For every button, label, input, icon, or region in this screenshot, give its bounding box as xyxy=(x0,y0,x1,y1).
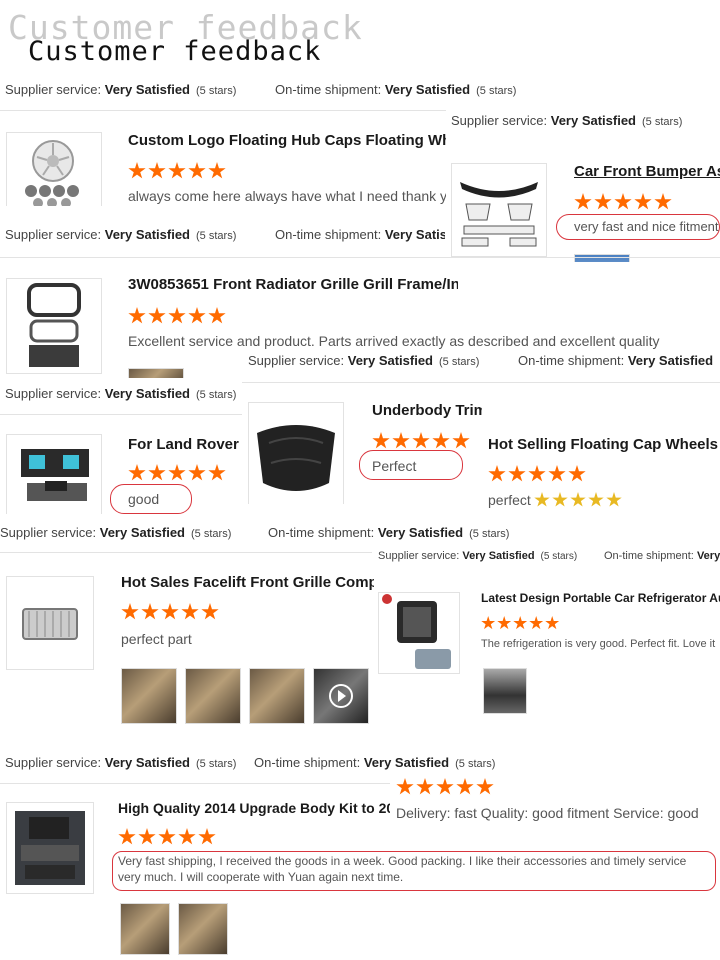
supplier-service-rating: Supplier service: Very Satisfied (5 stars… xyxy=(5,755,237,770)
review-photo[interactable] xyxy=(178,903,228,955)
supplier-service-rating: Supplier service: Very Satisfied (5 stars… xyxy=(0,525,232,540)
review-comment: perfect part xyxy=(121,631,192,647)
play-icon[interactable] xyxy=(329,684,353,708)
shipment-rating: On-time shipment: Very Satisfied (5 stars… xyxy=(268,525,510,540)
supplier-service-rating: Supplier service: Very Satisfied (5 stars… xyxy=(5,82,237,97)
supplier-service-rating: Supplier service: Very Satisfied (5 stars… xyxy=(5,227,237,242)
product-image-land-rover[interactable] xyxy=(6,434,102,514)
product-title[interactable]: High Quality 2014 Upgrade Body Kit to 20… xyxy=(118,800,390,816)
review-comment: good xyxy=(128,491,160,507)
supplier-service-rating: Supplier service: Very Satisfied (5 stars… xyxy=(378,550,578,562)
review-comment: very fast and nice fitment xyxy=(574,219,719,234)
product-title[interactable]: Hot Sales Facelift Front Grille Complet xyxy=(121,574,374,591)
review-card-refrigerator: Supplier service: Very Satisfied (5 stars… xyxy=(374,544,720,724)
shipment-rating: On-time shipment: Very Satisfied (5 stars… xyxy=(275,82,517,97)
product-image-hubcaps[interactable] xyxy=(6,132,102,206)
product-image-body-kit[interactable] xyxy=(6,802,94,894)
divider xyxy=(240,382,720,383)
shipment-rating: On-time shipment: Very Satisfied xyxy=(518,353,714,368)
rating-stars xyxy=(128,162,228,184)
product-title[interactable]: Car Front Bumper Ass xyxy=(574,163,720,180)
review-photo[interactable] xyxy=(483,668,527,714)
product-image-bumper[interactable] xyxy=(451,163,547,257)
review-photo[interactable] xyxy=(120,903,170,955)
product-image-grille-frame[interactable] xyxy=(6,278,102,374)
review-card-land-rover: For Land Rover D good xyxy=(0,416,242,514)
product-image-refrigerator[interactable] xyxy=(378,592,460,674)
divider xyxy=(0,783,390,784)
review-photo[interactable] xyxy=(121,668,177,724)
supplier-service-rating: Supplier service: Very Satisfied (5 stars… xyxy=(451,113,683,128)
review-card-facelift-grille: Hot Sales Facelift Front Grille Complet … xyxy=(0,558,374,726)
delivery-quality-text: Delivery: fast Quality: good fitment Ser… xyxy=(396,805,699,821)
product-title[interactable]: Hot Selling Floating Cap Wheels Fo xyxy=(488,436,720,453)
review-card-floating-cap: Hot Selling Floating Cap Wheels Fo perfe… xyxy=(482,422,720,514)
rating-stars xyxy=(128,307,228,329)
supplier-service-rating: Supplier service: Very Satisfied (5 stars… xyxy=(248,353,480,368)
review-card-hubcaps: Custom Logo Floating Hub Caps Floating W… xyxy=(0,118,450,206)
review-comment: always come here always have what I need… xyxy=(128,188,450,204)
rating-stars xyxy=(121,603,221,625)
review-photo[interactable] xyxy=(249,668,305,724)
rating-stars xyxy=(118,828,218,850)
review-comment: Very fast shipping, I received the goods… xyxy=(118,854,687,884)
rating-stars xyxy=(488,465,588,487)
product-title[interactable]: For Land Rover D xyxy=(128,436,242,453)
divider xyxy=(0,110,450,111)
shipment-rating: On-time shipment: Very Satisfied xyxy=(604,550,720,562)
shipment-rating: On-time shipment: Very Satisfied (5 stars… xyxy=(254,755,496,770)
rating-stars xyxy=(481,616,561,634)
yellow-stars xyxy=(534,492,624,513)
rating-stars xyxy=(574,193,674,215)
shipment-rating: On-time shipment: Very Satisfied xyxy=(275,227,445,242)
review-video[interactable] xyxy=(313,668,369,724)
page-title: Customer feedback xyxy=(28,36,322,67)
product-image-underbody[interactable] xyxy=(248,402,344,504)
product-title[interactable]: Underbody Trim Engine Cover Board Engine… xyxy=(372,402,482,419)
product-title[interactable]: Custom Logo Floating Hub Caps Floating W… xyxy=(128,132,446,149)
product-image-facelift-grille[interactable] xyxy=(6,576,94,670)
review-comment: perfect xyxy=(488,492,531,508)
divider xyxy=(0,257,720,258)
rating-stars xyxy=(128,464,228,486)
review-comment: Perfect xyxy=(372,458,417,474)
supplier-service-rating: Supplier service: Very Satisfied (5 stars… xyxy=(5,386,237,401)
product-title[interactable]: 3W0853651 Front Radiator Grille Grill Fr… xyxy=(128,276,458,293)
review-comment: Excellent service and product. Parts arr… xyxy=(128,333,660,349)
review-comment: The refrigeration is very good. Perfect … xyxy=(481,638,716,650)
divider xyxy=(0,552,372,553)
review-card-underbody: Underbody Trim Engine Cover Board Engine… xyxy=(242,384,482,504)
product-title[interactable]: Latest Design Portable Car Refrigerator … xyxy=(481,591,720,605)
review-photo[interactable] xyxy=(185,668,241,724)
delivery-stars xyxy=(396,778,496,800)
divider xyxy=(0,414,242,415)
